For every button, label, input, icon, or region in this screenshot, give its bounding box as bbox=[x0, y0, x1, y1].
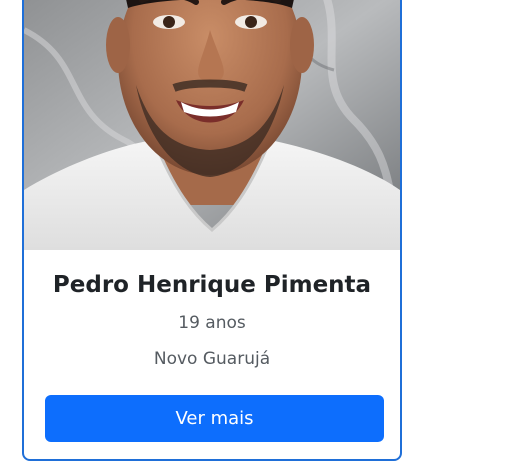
see-more-button[interactable]: Ver mais bbox=[45, 395, 384, 442]
profile-photo bbox=[24, 0, 400, 250]
profile-card: Pedro Henrique Pimenta 19 anos Novo Guar… bbox=[22, 0, 402, 461]
profile-age: 19 anos bbox=[178, 313, 246, 333]
profile-city: Novo Guarujá bbox=[153, 349, 271, 369]
profile-name: Pedro Henrique Pimenta bbox=[52, 272, 372, 298]
